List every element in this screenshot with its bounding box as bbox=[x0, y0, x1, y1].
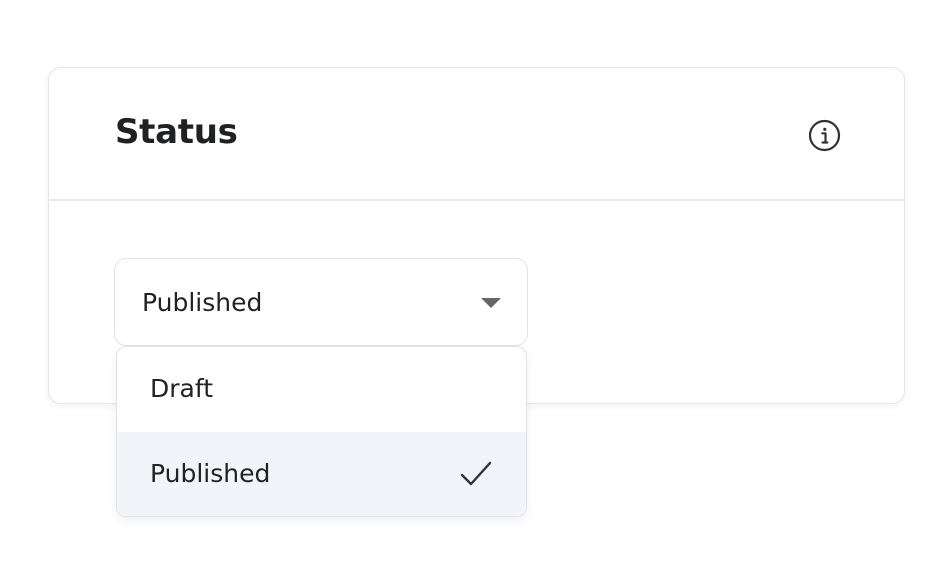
option-label: Draft bbox=[150, 374, 214, 403]
info-icon[interactable] bbox=[808, 119, 841, 152]
status-dropdown-menu: Draft Published bbox=[116, 346, 527, 517]
card-title: Status bbox=[115, 112, 238, 152]
status-select[interactable]: Published bbox=[114, 258, 528, 346]
status-select-value: Published bbox=[142, 288, 263, 317]
option-draft[interactable]: Draft bbox=[117, 347, 526, 432]
option-label: Published bbox=[150, 459, 271, 488]
check-icon bbox=[460, 461, 492, 486]
option-published[interactable]: Published bbox=[117, 432, 526, 516]
chevron-down-icon bbox=[481, 298, 501, 308]
card-header: Status bbox=[49, 68, 904, 201]
page: Status Published Draft Published bbox=[0, 0, 950, 564]
